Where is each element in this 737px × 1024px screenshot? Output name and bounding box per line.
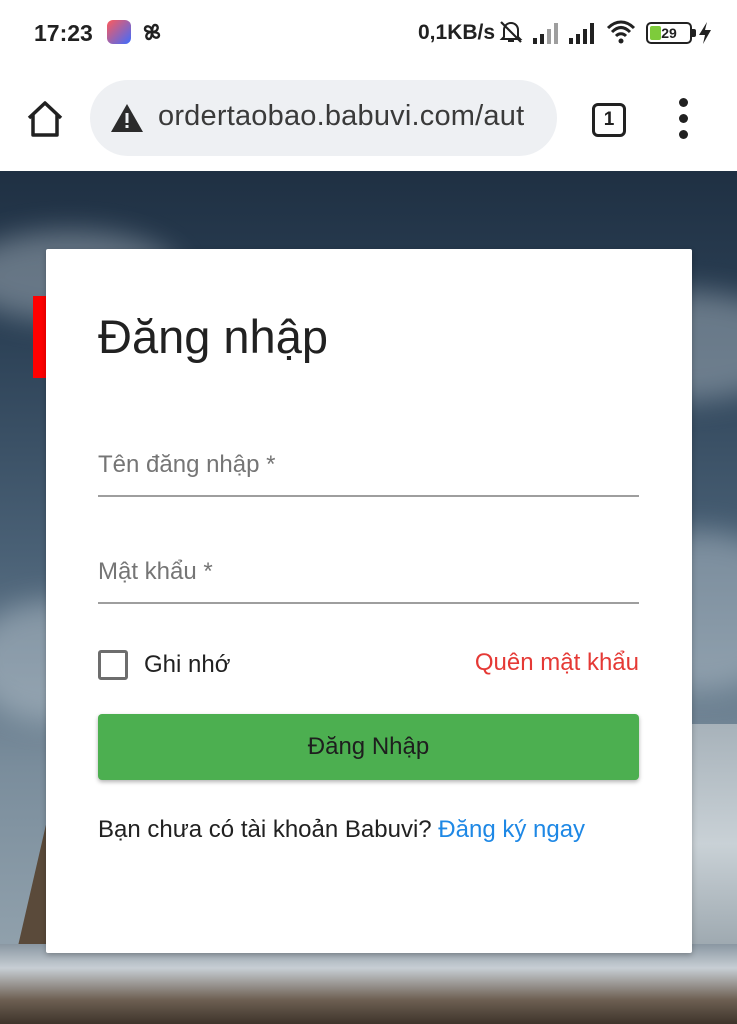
page-title: Đăng nhập <box>98 310 328 363</box>
battery-level: 29 <box>661 25 677 41</box>
tab-count: 1 <box>603 109 615 130</box>
signal-icon <box>569 23 594 44</box>
password-label: Mật khẩu * <box>98 558 213 585</box>
signup-prompt: Bạn chưa có tài khoản Babuvi? Đăng ký ng… <box>98 816 585 844</box>
status-time: 17:23 <box>34 20 93 46</box>
more-menu-icon[interactable] <box>672 96 696 142</box>
username-field[interactable]: Tên đăng nhập * <box>98 447 639 497</box>
url-text[interactable]: ordertaobao.babuvi.com/aut <box>158 100 524 133</box>
status-bar: 17:23 0,1KB/s 29 <box>0 0 737 66</box>
menu-dot <box>679 98 688 107</box>
red-accent-bar <box>33 296 47 378</box>
signal-icon <box>533 23 558 44</box>
bell-off-icon <box>499 21 523 43</box>
no-account-text: Bạn chưa có tài khoản Babuvi? <box>98 816 439 843</box>
browser-toolbar: ordertaobao.babuvi.com/aut 1 <box>0 66 737 171</box>
forgot-password-link[interactable]: Quên mật khẩu <box>475 649 639 677</box>
tabs-icon[interactable]: 1 <box>592 103 626 137</box>
charging-bolt-icon <box>699 22 711 44</box>
warning-icon[interactable] <box>110 102 144 134</box>
network-speed: 0,1KB/s <box>418 21 496 44</box>
remember-checkbox[interactable] <box>98 650 128 680</box>
login-button[interactable]: Đăng Nhập <box>98 714 639 780</box>
login-card: Đăng nhập Tên đăng nhập * Mật khẩu * Ghi… <box>46 249 692 953</box>
remember-label: Ghi nhớ <box>144 651 231 678</box>
wifi-icon <box>606 20 636 44</box>
username-label: Tên đăng nhập * <box>98 451 276 478</box>
battery-icon: 29 <box>646 22 696 44</box>
app-notification-icon <box>107 20 131 44</box>
address-bar[interactable]: ordertaobao.babuvi.com/aut <box>90 80 557 156</box>
pinwheel-icon <box>143 23 161 41</box>
menu-dot <box>679 114 688 123</box>
register-link[interactable]: Đăng ký ngay <box>438 816 585 843</box>
home-icon[interactable] <box>24 98 66 140</box>
menu-dot <box>679 130 688 139</box>
password-field[interactable]: Mật khẩu * <box>98 554 639 604</box>
